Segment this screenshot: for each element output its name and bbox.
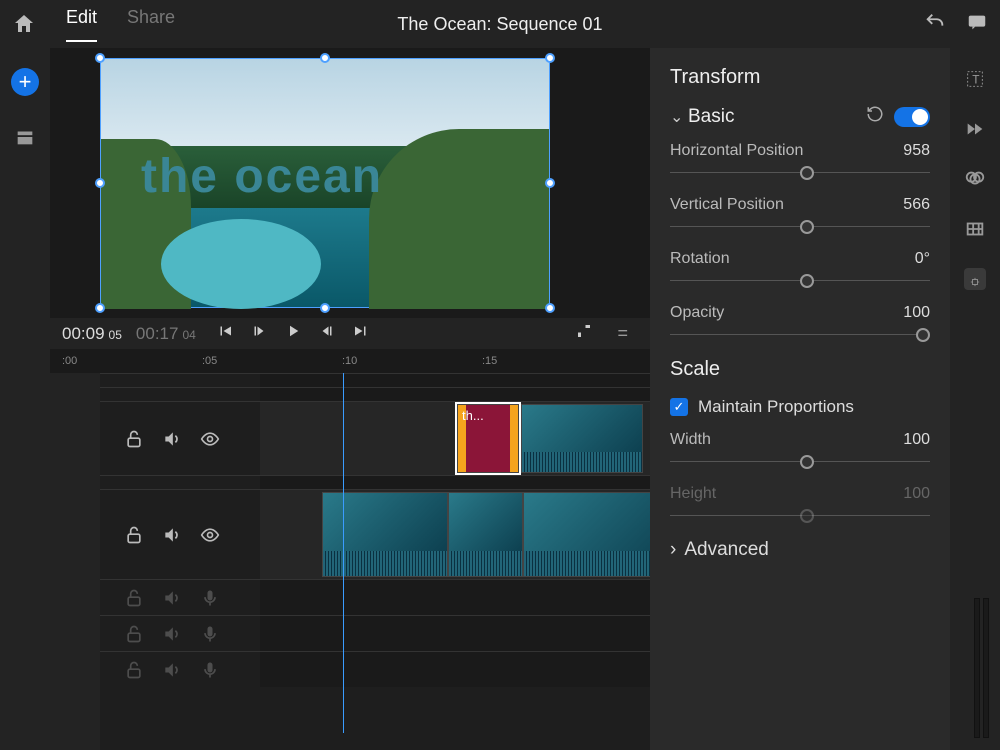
track-v1 [100,489,650,579]
text-overlay[interactable]: the ocean [141,149,383,204]
mic-icon[interactable] [200,624,220,644]
video-clip[interactable] [448,492,523,577]
lock-icon[interactable] [124,588,144,608]
lock-icon[interactable] [124,660,144,680]
unlock-icon[interactable] [124,429,144,449]
video-preview[interactable]: the ocean [100,58,550,308]
color-icon[interactable] [964,168,986,190]
undo-icon[interactable] [924,11,946,38]
rotation-value[interactable]: 0° [915,250,930,268]
current-timecode[interactable]: 00:0905 [62,324,122,344]
timeline[interactable]: th... [100,373,650,750]
tab-share[interactable]: Share [127,7,175,42]
height-label: Height [670,485,716,503]
top-bar: Edit Share The Ocean: Sequence 01 [0,0,1000,48]
resize-handle[interactable] [95,53,105,63]
transform-icon[interactable] [964,268,986,290]
preview-area: the ocean [50,48,650,318]
height-value: 100 [903,485,930,503]
speaker-icon[interactable] [162,588,182,608]
svg-text:T: T [972,73,979,87]
mic-icon[interactable] [200,660,220,680]
maintain-proportions-label: Maintain Proportions [698,397,854,417]
resize-handle[interactable] [545,178,555,188]
step-forward-icon[interactable] [318,322,336,345]
panel-title: Transform [670,66,930,89]
resize-handle[interactable] [320,53,330,63]
transform-panel: Transform ⌄ Basic Horizontal Position 958… [650,48,950,750]
video-clip[interactable] [523,492,650,577]
transport-bar: 00:0905 00:1704 = [50,318,650,349]
eye-icon[interactable] [200,429,220,449]
vpos-label: Vertical Position [670,196,784,214]
hpos-value[interactable]: 958 [903,142,930,160]
hpos-slider[interactable] [670,166,930,180]
scale-heading: Scale [670,358,930,381]
video-clip[interactable] [322,492,448,577]
height-slider [670,509,930,523]
tab-edit[interactable]: Edit [66,7,97,42]
opacity-value[interactable]: 100 [903,304,930,322]
audio-icon[interactable] [964,218,986,240]
chevron-down-icon: ⌄ [670,107,682,127]
chevron-right-icon: › [670,539,676,561]
track-a2 [100,615,650,651]
basic-toggle[interactable] [894,107,930,127]
width-label: Width [670,431,711,449]
rotation-slider[interactable] [670,274,930,288]
reset-icon[interactable] [866,105,884,128]
eye-icon[interactable] [200,525,220,545]
time-ruler[interactable]: :00 :05 :10 :15 [50,349,650,373]
mode-tabs: Edit Share [66,7,175,42]
width-slider[interactable] [670,455,930,469]
basic-section-header[interactable]: ⌄ Basic [670,105,930,128]
title-clip[interactable]: th... [457,404,519,473]
speed-icon[interactable] [964,118,986,140]
resize-handle[interactable] [320,303,330,313]
speaker-icon[interactable] [162,660,182,680]
rotation-label: Rotation [670,250,730,268]
play-icon[interactable] [284,322,302,345]
text-tool-icon[interactable]: T [964,68,986,90]
goto-end-icon[interactable] [352,322,370,345]
playhead[interactable] [343,373,344,733]
opacity-label: Opacity [670,304,724,322]
add-button[interactable]: + [11,68,39,96]
left-toolbar: + [0,48,50,750]
project-panel-icon[interactable] [14,126,36,148]
resize-handle[interactable] [545,303,555,313]
timeline-options-icon[interactable]: = [607,323,638,344]
opacity-slider[interactable] [670,328,930,342]
width-value[interactable]: 100 [903,431,930,449]
mic-icon[interactable] [200,588,220,608]
total-timecode: 00:1704 [136,324,196,344]
step-back-icon[interactable] [250,322,268,345]
home-icon[interactable] [12,12,36,36]
maintain-proportions-checkbox[interactable]: ✓ [670,398,688,416]
speaker-icon[interactable] [162,624,182,644]
goto-start-icon[interactable] [216,322,234,345]
advanced-section-header[interactable]: › Advanced [670,539,930,561]
comment-icon[interactable] [966,11,988,38]
project-title: The Ocean: Sequence 01 [397,14,602,35]
hpos-label: Horizontal Position [670,142,803,160]
unlock-icon[interactable] [124,525,144,545]
fullscreen-icon[interactable] [575,322,593,345]
track-a3 [100,651,650,687]
video-clip[interactable] [521,404,643,473]
speaker-icon[interactable] [162,429,182,449]
resize-handle[interactable] [95,303,105,313]
resize-handle[interactable] [545,53,555,63]
vpos-slider[interactable] [670,220,930,234]
resize-handle[interactable] [95,178,105,188]
timeline-tools: + [50,373,100,750]
vpos-value[interactable]: 566 [903,196,930,214]
track-a1 [100,579,650,615]
speaker-icon[interactable] [162,525,182,545]
lock-icon[interactable] [124,624,144,644]
track-v2: th... [100,401,650,475]
